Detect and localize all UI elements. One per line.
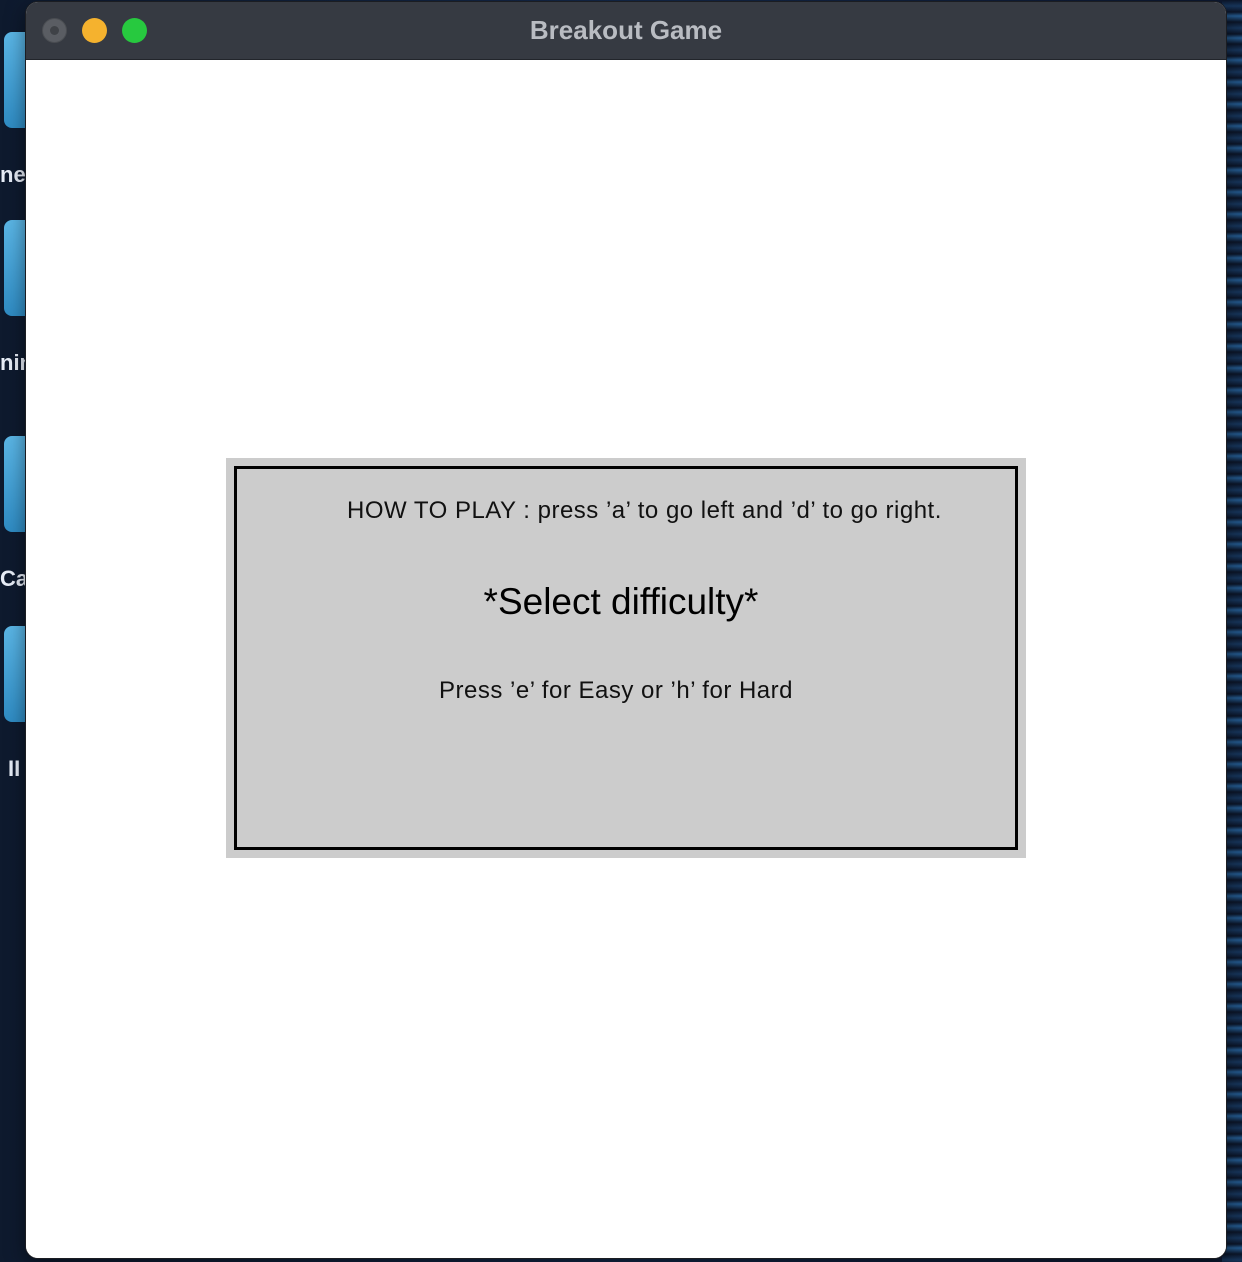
desktop-label: II	[8, 756, 21, 781]
window-title: Breakout Game	[529, 15, 723, 45]
select-difficulty-heading: *Select difficulty*	[483, 581, 759, 622]
how-to-play-text: HOW TO PLAY : press ’a’ to go left and ’…	[347, 497, 942, 524]
difficulty-dialog-frame: HOW TO PLAY : press ’a’ to go left and ’…	[234, 466, 1018, 850]
difficulty-key-hint: Press ’e’ for Easy or ’h’ for Hard	[439, 677, 793, 704]
title-bar[interactable]: Breakout Game	[26, 2, 1226, 60]
game-window: Breakout Game HOW TO PLAY : press ’a’ to…	[26, 2, 1226, 1258]
desktop-label: Ca	[0, 566, 29, 591]
game-canvas[interactable]: HOW TO PLAY : press ’a’ to go left and ’…	[26, 60, 1226, 1258]
difficulty-dialog: HOW TO PLAY : press ’a’ to go left and ’…	[226, 458, 1026, 858]
